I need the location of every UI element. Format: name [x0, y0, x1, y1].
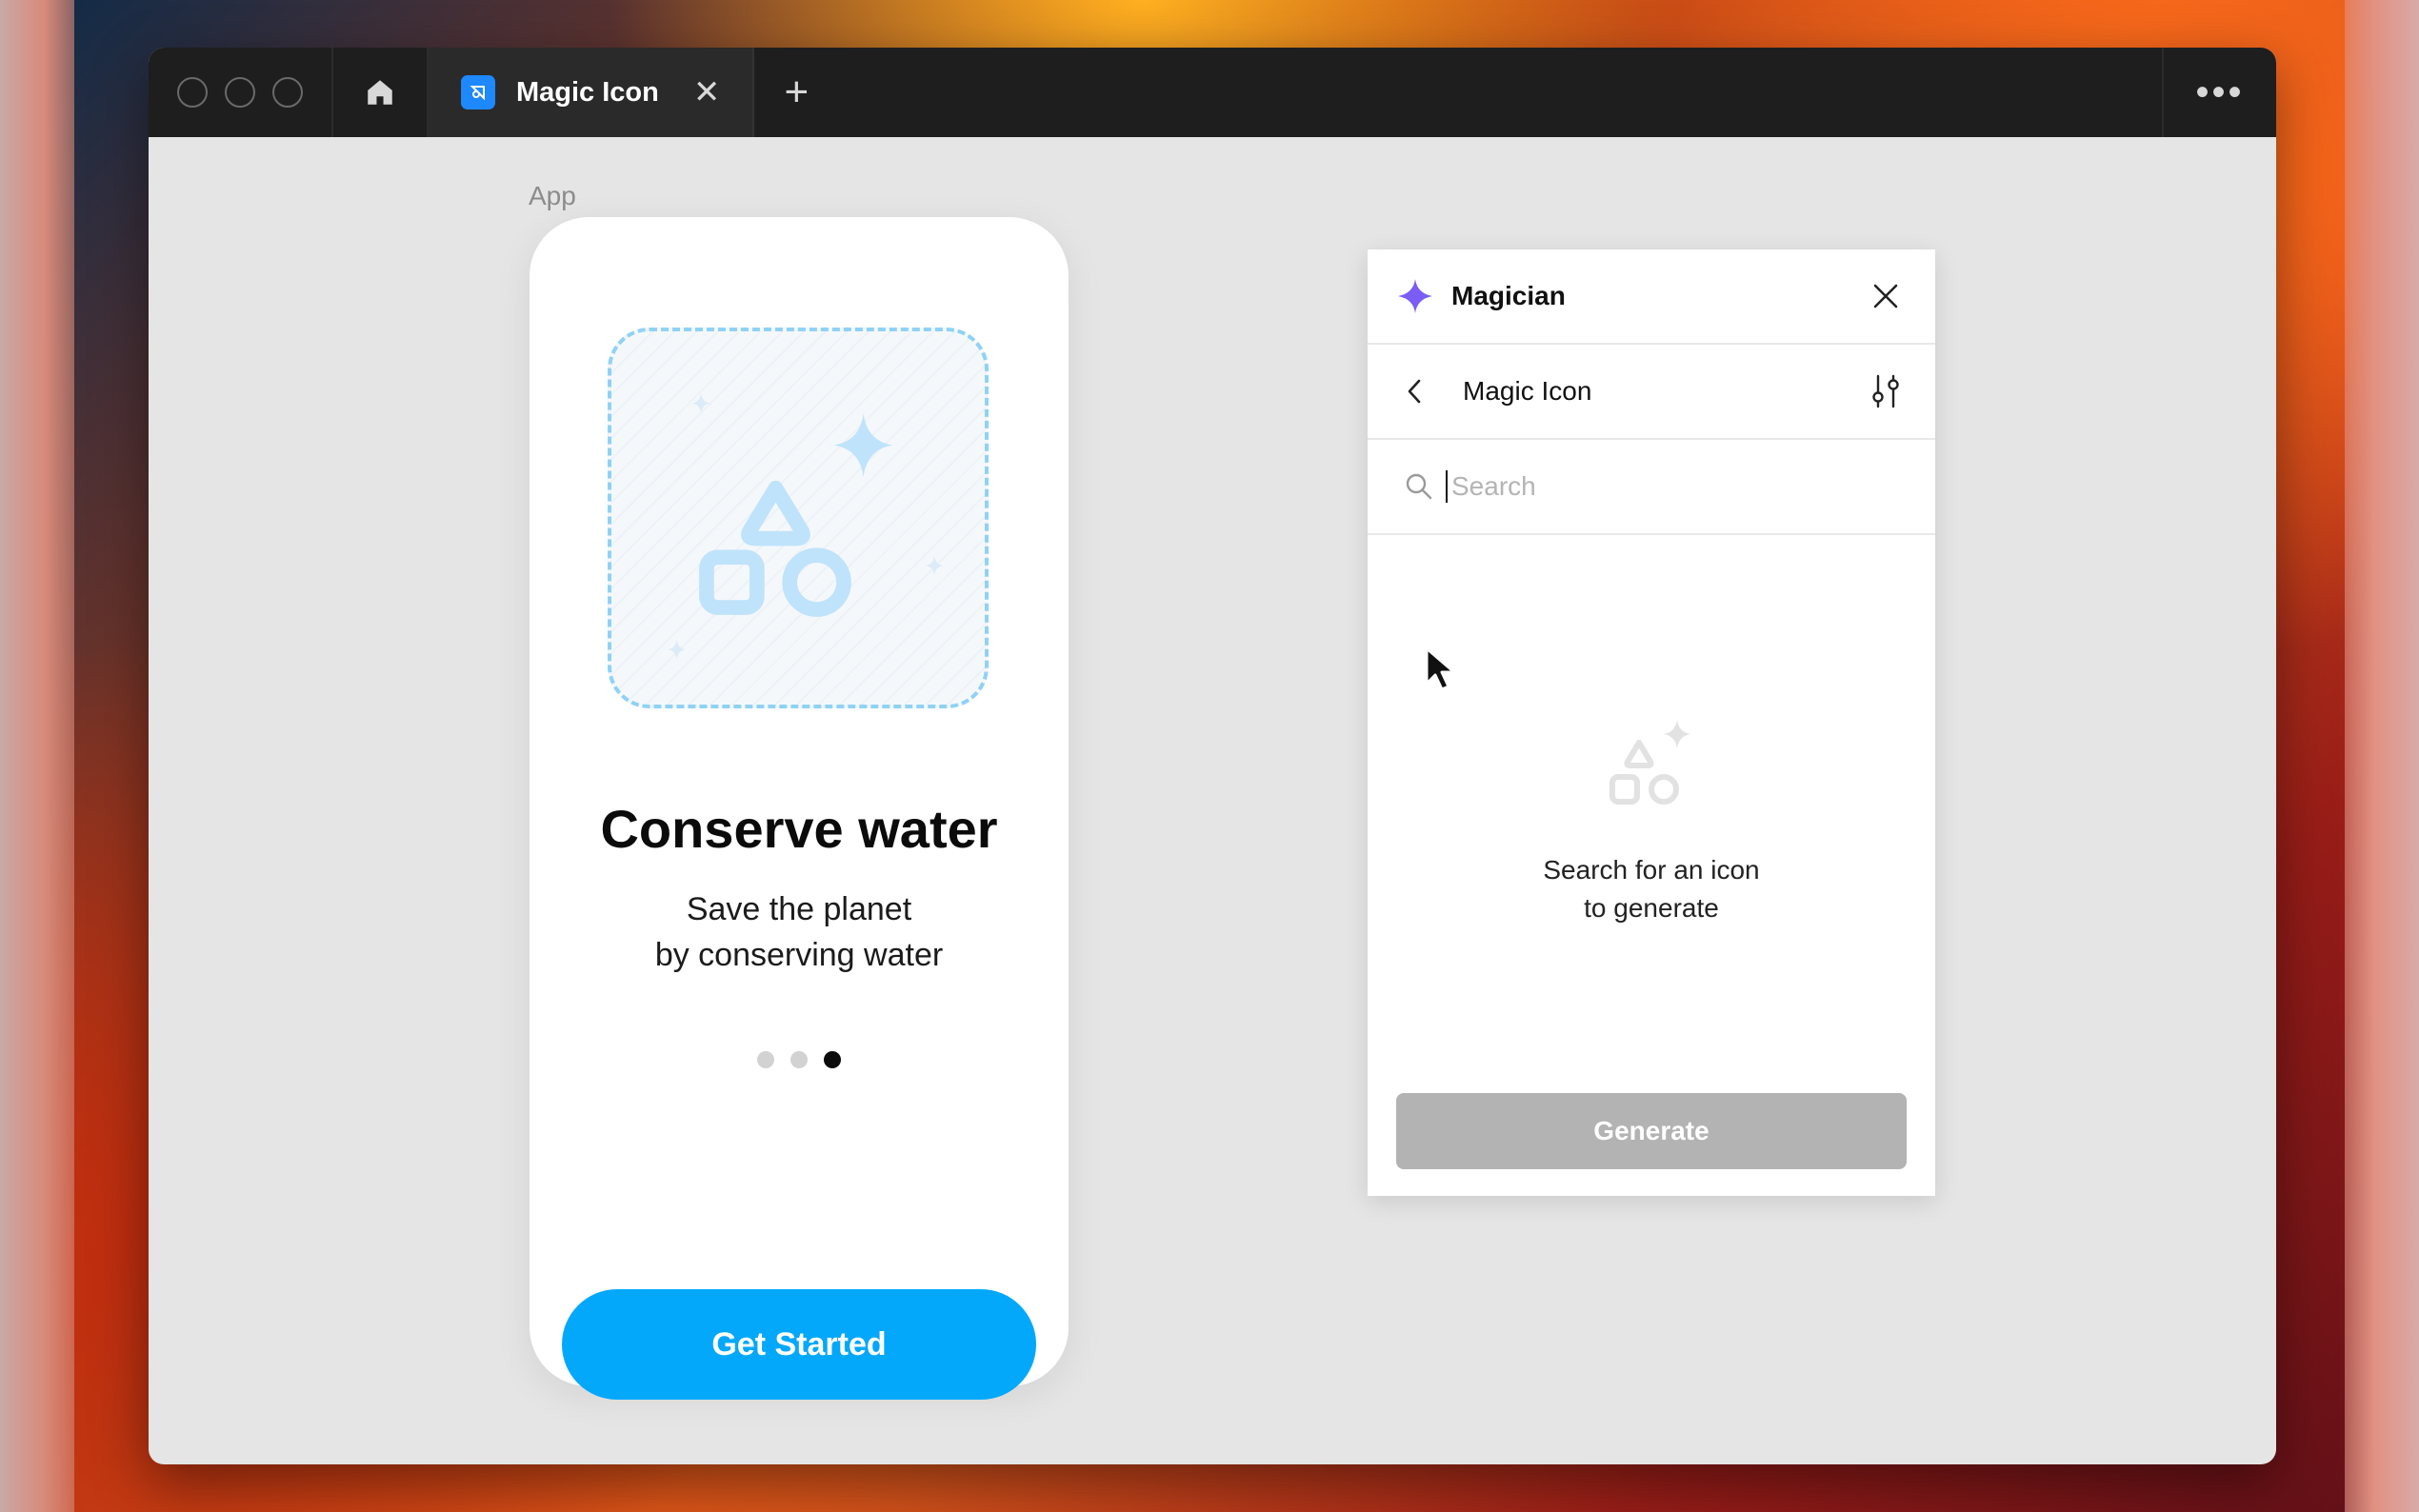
figma-plugin-icon: [461, 75, 495, 109]
plugin-title: Magician: [1451, 281, 1566, 310]
pagination-dots: [530, 1051, 1069, 1068]
titlebar-spacer: [838, 48, 2162, 137]
sparkle-icon: [1398, 279, 1432, 313]
app-window: Magic Icon ✕ + ••• App Conserve water Sa…: [149, 48, 2276, 1464]
panel-header: Magician: [1368, 249, 1935, 345]
title-bar: Magic Icon ✕ + •••: [149, 48, 2276, 137]
chevron-left-icon: [1408, 379, 1421, 404]
settings-button[interactable]: [1865, 370, 1907, 412]
empty-state: Search for an icon to generate: [1368, 716, 1935, 927]
close-icon: [1873, 284, 1898, 308]
window-controls: [149, 48, 333, 137]
illustration-placeholder: [608, 328, 989, 708]
home-icon: [368, 80, 392, 105]
search-icon: [1406, 473, 1432, 500]
search-input[interactable]: [1446, 470, 1899, 503]
subtitle-line-2: by conserving water: [654, 936, 944, 973]
wallpaper-edge-left: [0, 0, 74, 1512]
zoom-window-button[interactable]: [272, 77, 303, 108]
empty-state-message: Search for an icon to generate: [1543, 851, 1759, 927]
home-button[interactable]: [333, 48, 429, 137]
minimize-window-button[interactable]: [225, 77, 255, 108]
cursor-icon: [1425, 647, 1456, 691]
subtitle-line-1: Save the planet: [686, 891, 912, 927]
shapes-sparkle-icon: [667, 392, 944, 660]
sliders-icon: [1872, 374, 1899, 408]
phone-frame[interactable]: Conserve water Save the planet by conser…: [530, 217, 1069, 1400]
tab-magic-icon[interactable]: Magic Icon ✕: [429, 48, 755, 137]
back-button[interactable]: [1394, 370, 1436, 412]
tab-title: Magic Icon: [516, 76, 659, 108]
frame-label[interactable]: App: [529, 181, 576, 211]
shapes-sparkle-icon: [1609, 720, 1690, 805]
search-bar: [1368, 440, 1935, 535]
new-tab-button[interactable]: +: [754, 48, 838, 137]
more-menu-button[interactable]: •••: [2162, 48, 2276, 137]
wallpaper-edge-right: [2345, 0, 2419, 1512]
get-started-button[interactable]: Get Started: [562, 1289, 1036, 1400]
generate-button[interactable]: Generate: [1396, 1093, 1907, 1169]
empty-line-1: Search for an icon: [1543, 855, 1760, 885]
pagination-dot[interactable]: [790, 1051, 808, 1068]
close-window-button[interactable]: [177, 77, 208, 108]
magician-plugin-panel: Magician Magic Icon Search Search for an…: [1368, 249, 1935, 1196]
nav-title: Magic Icon: [1463, 376, 1592, 406]
empty-line-2: to generate: [1584, 892, 1719, 923]
pagination-dot-active[interactable]: [824, 1051, 841, 1068]
onboarding-subtitle: Save the planet by conserving water: [530, 887, 1069, 978]
close-plugin-button[interactable]: [1865, 275, 1907, 317]
tab-close-icon[interactable]: ✕: [693, 76, 721, 109]
panel-nav-bar: Magic Icon: [1368, 345, 1935, 440]
onboarding-headline: Conserve water: [600, 799, 998, 859]
pagination-dot[interactable]: [757, 1051, 774, 1068]
